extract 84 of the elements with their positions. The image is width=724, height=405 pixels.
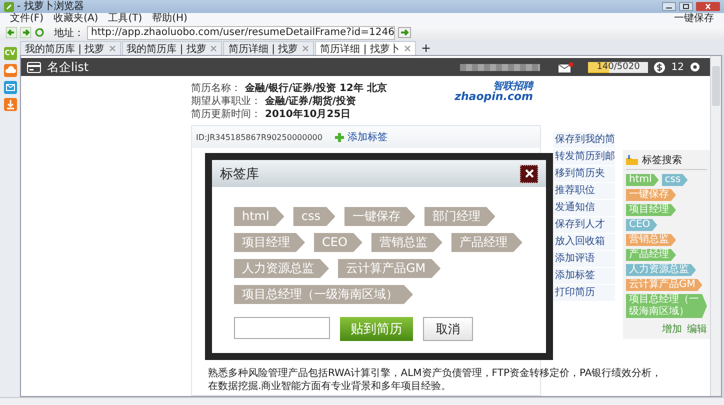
tag-input-field[interactable] (234, 317, 330, 339)
tag-chip[interactable]: 人力资源总监 (234, 259, 329, 278)
minimize-icon[interactable] (662, 2, 676, 11)
close-icon[interactable] (302, 45, 310, 52)
folder-icon (626, 155, 638, 165)
close-icon[interactable] (108, 45, 116, 52)
add-tag-link[interactable]: 添加标签 (348, 130, 388, 144)
coin-icon (654, 62, 666, 72)
scroll-thumb[interactable] (712, 66, 720, 106)
panel-link[interactable]: 编辑 (687, 322, 707, 336)
action-link[interactable]: 推荐职位 (553, 183, 615, 199)
browser-tab[interactable]: 简历详细 | 找萝 (223, 41, 314, 55)
field-value: 金融/证券/期货/投资 (265, 95, 356, 108)
logo: 智联招聘 zhaopin.com (454, 82, 535, 105)
tag-chip[interactable]: 项目经理 (626, 204, 676, 216)
menu-item[interactable]: 工具(T) (108, 13, 142, 25)
scrollbar[interactable] (710, 56, 721, 396)
menu-item[interactable]: 收藏夹(A) (54, 13, 98, 25)
action-link[interactable]: 发通知信 (553, 200, 615, 216)
settings-icon[interactable] (690, 62, 700, 72)
tag-chip[interactable]: 项目总经理（一级海南区域） (234, 285, 413, 304)
download-icon[interactable] (4, 98, 16, 111)
action-link[interactable]: 添加标签 (553, 268, 615, 284)
browser-tab[interactable]: 简历详细 | 找萝卜 (315, 41, 416, 55)
refresh-icon[interactable] (34, 27, 45, 38)
go-arrow-icon[interactable] (398, 27, 411, 38)
action-link[interactable]: 转发简历到邮 (553, 149, 615, 165)
window-title: - 找萝卜浏览器 (17, 0, 84, 12)
back-arrow-icon[interactable] (6, 27, 17, 38)
address-label: 地址： (54, 26, 84, 40)
close-icon[interactable] (404, 45, 411, 52)
tag-chip[interactable]: 项目经理 (234, 233, 305, 252)
action-link[interactable]: 保存到我的简 (553, 132, 615, 148)
tag-chip[interactable]: CEO (626, 219, 658, 231)
tag-chip[interactable]: CEO (314, 233, 362, 252)
card-icon (27, 62, 41, 72)
cloud-upload-icon[interactable] (4, 64, 16, 77)
tag-chip[interactable]: 营销总监 (371, 233, 442, 252)
close-icon[interactable] (210, 45, 218, 52)
cancel-button[interactable]: 取消 (423, 317, 473, 341)
page-title: 名企list (47, 58, 89, 76)
field-value: 金融/银行/证券/投资 12年 北京 (245, 82, 387, 95)
tag-chip[interactable]: 产品经理 (451, 233, 522, 252)
plus-icon (334, 132, 344, 142)
resume-id: ID:JR345185867R90250000000 (196, 132, 322, 142)
field-label: 简历更新时间： (191, 108, 261, 121)
paste-to-resume-button[interactable]: 贴到简历 (340, 317, 413, 341)
panel-title: 标签搜索 (642, 154, 682, 167)
one-click-save-link[interactable]: 一键保存 (674, 13, 714, 25)
summary-line: 熟悉多种风险管理产品包括RWA计算引擎，ALM资产负债管理，FTP资金转移定价，PA银行绩效分析， (208, 367, 662, 380)
browser-tab[interactable]: 我的简历库 | 找萝 (20, 41, 121, 55)
tag-chip[interactable]: 项目总经理（一级海南区域） (626, 294, 707, 318)
tag-chip[interactable]: 部门经理 (424, 207, 496, 226)
address-field[interactable]: http://app.zhaoluobo.com/user/resumeDetailFrame?id=1246 (87, 26, 395, 40)
action-link[interactable]: 移到简历夹 (553, 166, 615, 182)
action-link[interactable]: 打印简历 (553, 285, 615, 301)
tag-chip[interactable]: 一键保存 (344, 207, 416, 226)
close-icon[interactable] (696, 2, 720, 11)
action-link[interactable]: 保存到人才 (553, 217, 615, 233)
browser-tab[interactable]: 我的简历库 | 找萝 (122, 41, 222, 55)
menu-item[interactable]: 文件(F) (10, 13, 44, 25)
forward-arrow-icon[interactable] (20, 27, 31, 38)
menu-item[interactable]: 帮助(H) (152, 13, 188, 25)
tag-chip[interactable]: css (293, 207, 336, 226)
mail-icon[interactable] (558, 62, 574, 72)
new-tab-button[interactable]: + (416, 42, 435, 55)
summary-line: 在数据挖掘.商业智能方面有专业背景和多年项目经验。 (208, 380, 452, 393)
dialog-title: 标签库 (220, 166, 259, 182)
field-value: 2010年10月25日 (265, 108, 351, 121)
field-label: 简历名称： (191, 82, 241, 95)
tag-chip[interactable]: 人力资源总监 (626, 264, 696, 276)
tag-chip[interactable]: css (662, 174, 688, 186)
maximize-icon[interactable] (679, 2, 693, 11)
close-button[interactable] (520, 164, 538, 182)
tag-chip[interactable]: 产品经理 (626, 249, 676, 261)
field-label: 期望从事职业： (191, 95, 261, 108)
coin-count: 12 (671, 62, 684, 72)
tag-chip[interactable]: 云计算产品GM (338, 259, 441, 278)
tag-chip[interactable]: html (626, 174, 659, 186)
tag-chip[interactable]: html (234, 207, 284, 226)
panel-link[interactable]: 增加 (662, 322, 682, 336)
action-link[interactable]: 添加评语 (553, 251, 615, 267)
action-link[interactable]: 放入回收箱 (553, 234, 615, 250)
close-icon (524, 169, 534, 178)
